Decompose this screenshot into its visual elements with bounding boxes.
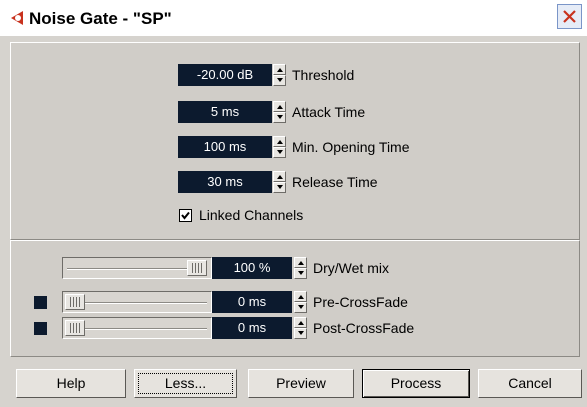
pre-crossfade-decrement-button[interactable] (294, 302, 307, 313)
pre-crossfade-increment-button[interactable] (294, 291, 307, 302)
drywet-label: Dry/Wet mix (313, 260, 389, 276)
min-opening-time-decrement-button[interactable] (273, 147, 286, 158)
post-crossfade-slider[interactable] (62, 317, 212, 339)
post-crossfade-decrement-button[interactable] (294, 328, 307, 339)
drywet-spinner[interactable] (294, 257, 307, 279)
drywet-slider[interactable] (62, 257, 212, 279)
less-button[interactable]: Less... (134, 369, 237, 398)
post-crossfade-increment-button[interactable] (294, 317, 307, 328)
attack-time-spinner[interactable] (273, 101, 286, 123)
post-crossfade-spinner[interactable] (294, 317, 307, 339)
help-button[interactable]: Help (16, 369, 126, 398)
cubase-logo-icon (11, 11, 23, 25)
threshold-label: Threshold (292, 67, 355, 83)
min-opening-time-value[interactable]: 100 ms (178, 136, 272, 158)
threshold-spinner[interactable] (273, 64, 286, 86)
focus-indicator (138, 373, 233, 394)
drywet-value[interactable]: 100 % (212, 257, 292, 279)
attack-time-increment-button[interactable] (273, 101, 286, 112)
pre-crossfade-slider-track (67, 302, 207, 304)
preview-button[interactable]: Preview (248, 369, 354, 398)
threshold-value[interactable]: -20.00 dB (178, 64, 272, 86)
process-button[interactable]: Process (362, 369, 470, 398)
release-time-value[interactable]: 30 ms (178, 171, 272, 193)
pre-crossfade-value[interactable]: 0 ms (212, 291, 292, 313)
pre-crossfade-spinner[interactable] (294, 291, 307, 313)
pre-crossfade-slider-thumb[interactable] (65, 294, 85, 310)
min-opening-time-increment-button[interactable] (273, 136, 286, 147)
post-crossfade-value[interactable]: 0 ms (212, 317, 292, 339)
drywet-increment-button[interactable] (294, 257, 307, 268)
release-time-decrement-button[interactable] (273, 182, 286, 193)
close-icon (563, 10, 576, 23)
drywet-slider-track (67, 268, 207, 270)
attack-time-value[interactable]: 5 ms (178, 101, 272, 123)
linked-channels-checkbox[interactable] (179, 209, 192, 222)
release-time-label: Release Time (292, 174, 378, 190)
pre-crossfade-label: Pre-CrossFade (313, 294, 408, 310)
post-crossfade-slider-thumb[interactable] (65, 320, 85, 336)
window-title: Noise Gate - "SP" (29, 9, 172, 28)
release-time-increment-button[interactable] (273, 171, 286, 182)
linked-channels-label: Linked Channels (199, 207, 304, 223)
cancel-button[interactable]: Cancel (478, 369, 582, 398)
pre-crossfade-slider[interactable] (62, 291, 212, 313)
post-crossfade-slider-track (67, 328, 207, 330)
min-opening-time-label: Min. Opening Time (292, 139, 410, 155)
checkmark-icon (181, 211, 190, 220)
threshold-decrement-button[interactable] (273, 75, 286, 86)
threshold-increment-button[interactable] (273, 64, 286, 75)
attack-time-decrement-button[interactable] (273, 112, 286, 123)
release-time-spinner[interactable] (273, 171, 286, 193)
drywet-decrement-button[interactable] (294, 268, 307, 279)
pre-crossfade-toggle[interactable] (34, 296, 47, 309)
close-button[interactable] (557, 4, 582, 29)
post-crossfade-toggle[interactable] (34, 322, 47, 335)
title-bar[interactable]: Noise Gate - "SP" (0, 0, 587, 36)
post-crossfade-label: Post-CrossFade (313, 320, 415, 336)
min-opening-time-spinner[interactable] (273, 136, 286, 158)
attack-time-label: Attack Time (292, 104, 366, 120)
drywet-slider-thumb[interactable] (187, 260, 207, 276)
noise-gate-dialog: Noise Gate - "SP" -20.00 dB Threshold 5 … (0, 0, 587, 407)
